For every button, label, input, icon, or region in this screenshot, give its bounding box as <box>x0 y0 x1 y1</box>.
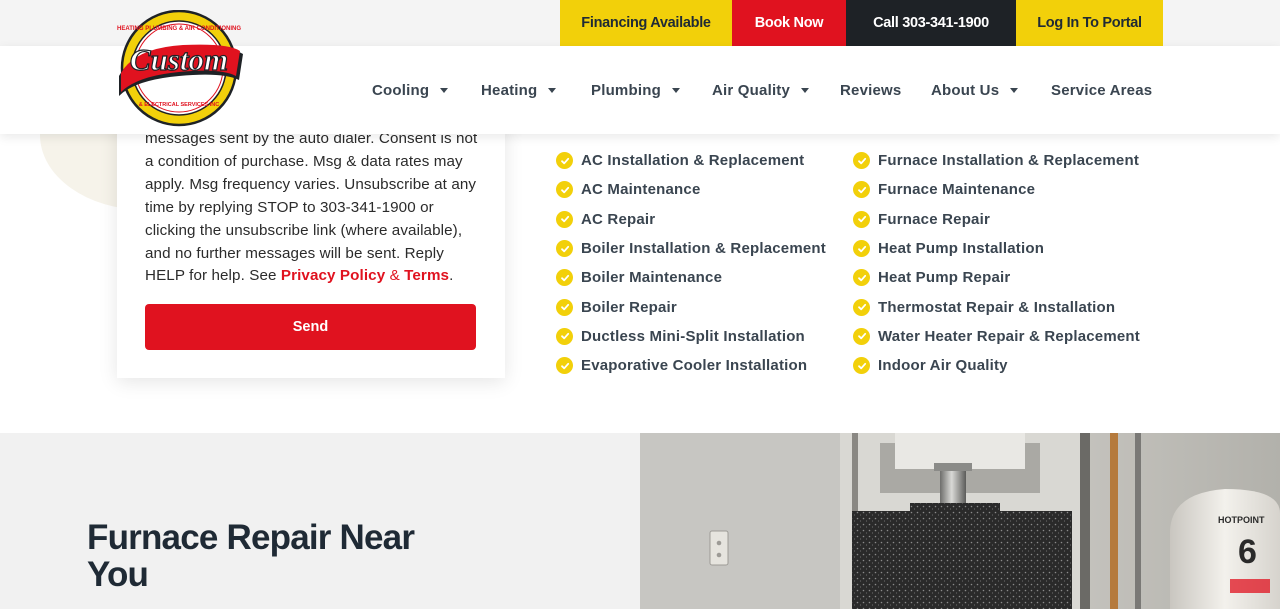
check-circle-icon <box>556 210 573 228</box>
nav-item-heating[interactable]: Heating <box>481 46 557 134</box>
financing-available-button[interactable]: Financing Available <box>560 0 732 46</box>
service-item[interactable]: Heat Pump Repair <box>853 263 1140 292</box>
service-label: Furnace Maintenance <box>878 181 1036 199</box>
check-circle-icon <box>556 240 573 258</box>
nav-label: Air Quality <box>712 81 791 99</box>
check-circle-icon <box>556 327 573 345</box>
call-phone-button[interactable]: Call 303-341-1900 <box>846 0 1016 46</box>
service-item[interactable]: Thermostat Repair & Installation <box>853 292 1140 321</box>
svg-text:6: 6 <box>1238 533 1257 571</box>
service-label: AC Repair <box>581 210 656 228</box>
check-circle-icon <box>853 152 870 170</box>
services-list-column-1: AC Installation & Replacement AC Maintena… <box>556 146 826 380</box>
nav-item-reviews[interactable]: Reviews <box>840 46 901 134</box>
nav-item-air-quality[interactable]: Air Quality <box>712 46 810 134</box>
service-item[interactable]: Ductless Mini-Split Installation <box>556 322 826 351</box>
company-logo[interactable]: Custom HEATING PLUMBING & AIR CONDITIONI… <box>113 9 247 128</box>
check-circle-icon <box>556 357 573 375</box>
service-item[interactable]: Furnace Maintenance <box>853 175 1140 204</box>
consent-ampersand: & <box>385 267 405 285</box>
service-item[interactable]: Water Heater Repair & Replacement <box>853 322 1140 351</box>
service-item[interactable]: AC Repair <box>556 205 826 234</box>
nav-label: About Us <box>931 81 1000 99</box>
check-circle-icon <box>853 269 870 287</box>
check-circle-icon <box>853 210 870 228</box>
service-label: Evaporative Cooler Installation <box>581 357 808 375</box>
service-item[interactable]: Boiler Maintenance <box>556 263 826 292</box>
service-label: Boiler Repair <box>581 298 677 316</box>
check-circle-icon <box>853 298 870 316</box>
custom-logo-icon: Custom HEATING PLUMBING & AIR CONDITIONI… <box>117 9 243 127</box>
caret-down-icon <box>548 87 557 93</box>
caret-down-icon <box>440 87 449 93</box>
svg-text:HEATING PLUMBING & AIR CONDITI: HEATING PLUMBING & AIR CONDITIONING <box>117 26 241 32</box>
service-item[interactable]: Boiler Installation & Replacement <box>556 234 826 263</box>
furnace-photo: HOTPOINT 6 <box>640 433 1280 609</box>
caret-down-icon <box>671 87 680 93</box>
service-item[interactable]: Heat Pump Installation <box>853 234 1140 263</box>
service-item[interactable]: Furnace Repair <box>853 205 1140 234</box>
privacy-policy-link[interactable]: Privacy Policy <box>281 267 385 284</box>
service-label: Boiler Installation & Replacement <box>581 240 826 258</box>
check-circle-icon <box>853 181 870 199</box>
service-item[interactable]: Furnace Installation & Replacement <box>853 146 1140 175</box>
nav-item-cooling[interactable]: Cooling <box>372 46 449 134</box>
service-item[interactable]: AC Maintenance <box>556 175 826 204</box>
sms-consent-text: messages sent by the auto dialer. Consen… <box>145 128 480 288</box>
svg-text:Custom: Custom <box>130 42 228 77</box>
service-label: Thermostat Repair & Installation <box>878 298 1116 316</box>
contact-form-card: messages sent by the auto dialer. Consen… <box>117 100 505 378</box>
site-header: Financing Available Book Now Call 303-34… <box>0 0 1280 134</box>
check-circle-icon <box>853 327 870 345</box>
nav-label: Reviews <box>840 81 902 99</box>
service-label: AC Installation & Replacement <box>581 152 805 170</box>
svg-text:& ELECTRICAL SERVICES INC: & ELECTRICAL SERVICES INC <box>139 102 220 108</box>
service-label: Water Heater Repair & Replacement <box>878 327 1140 345</box>
service-label: Heat Pump Installation <box>878 240 1045 258</box>
furnace-repair-section: Furnace Repair Near You HOTPOINT 6 <box>0 433 1280 609</box>
consent-period: . <box>449 267 454 285</box>
check-circle-icon <box>556 269 573 287</box>
check-circle-icon <box>853 357 870 375</box>
book-now-button[interactable]: Book Now <box>732 0 846 46</box>
services-list-column-2: Furnace Installation & Replacement Furnac… <box>853 146 1140 380</box>
check-circle-icon <box>556 152 573 170</box>
nav-item-about-us[interactable]: About Us <box>931 46 1019 134</box>
section-title: Furnace Repair Near You <box>87 518 415 594</box>
nav-label: Cooling <box>372 81 430 99</box>
check-circle-icon <box>556 298 573 316</box>
nav-label: Service Areas <box>1051 81 1153 99</box>
nav-label: Plumbing <box>591 81 661 99</box>
service-label: Furnace Repair <box>878 210 991 228</box>
service-label: Boiler Maintenance <box>581 269 723 287</box>
service-label: Heat Pump Repair <box>878 269 1011 287</box>
furnace-image: HOTPOINT 6 <box>640 433 1280 609</box>
nav-label: Heating <box>481 81 538 99</box>
svg-text:HOTPOINT: HOTPOINT <box>1218 515 1265 525</box>
service-item[interactable]: Boiler Repair <box>556 292 826 321</box>
service-item[interactable]: Evaporative Cooler Installation <box>556 351 826 380</box>
caret-down-icon <box>801 87 810 93</box>
check-circle-icon <box>556 181 573 199</box>
service-label: Ductless Mini-Split Installation <box>581 327 805 345</box>
service-item[interactable]: Indoor Air Quality <box>853 351 1140 380</box>
service-item[interactable]: AC Installation & Replacement <box>556 146 826 175</box>
nav-item-service-areas[interactable]: Service Areas <box>1051 46 1152 134</box>
service-label: Indoor Air Quality <box>878 357 1008 375</box>
nav-item-plumbing[interactable]: Plumbing <box>591 46 680 134</box>
check-circle-icon <box>853 240 870 258</box>
consent-body: messages sent by the auto dialer. Consen… <box>145 130 478 285</box>
caret-down-icon <box>1010 87 1019 93</box>
terms-link[interactable]: Terms <box>404 267 449 284</box>
service-label: AC Maintenance <box>581 181 701 199</box>
login-portal-button[interactable]: Log In To Portal <box>1016 0 1163 46</box>
service-label: Furnace Installation & Replacement <box>878 152 1140 170</box>
send-button[interactable]: Send <box>145 304 476 350</box>
